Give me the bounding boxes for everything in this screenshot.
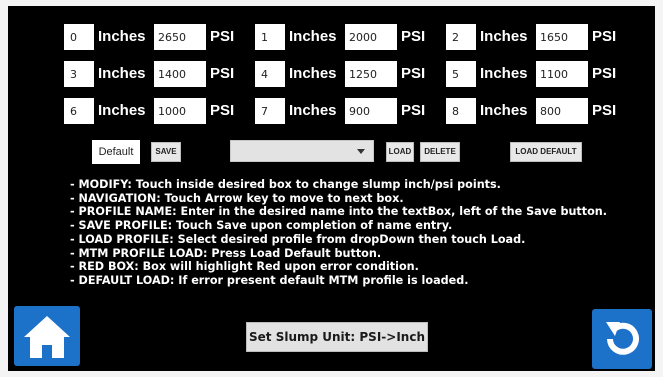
- psi-field-6[interactable]: 1000: [154, 98, 206, 124]
- psi-label: PSI: [210, 65, 235, 82]
- inches-label: Inches: [289, 28, 337, 45]
- delete-button[interactable]: DELETE: [420, 142, 460, 162]
- inch-field-1[interactable]: 1: [255, 24, 285, 50]
- load-button[interactable]: LOAD: [386, 142, 414, 162]
- inches-label: Inches: [98, 28, 146, 45]
- psi-field-3[interactable]: 1400: [154, 61, 206, 87]
- inches-label: Inches: [98, 65, 146, 82]
- psi-label: PSI: [401, 102, 426, 119]
- profile-dropdown[interactable]: [230, 140, 374, 162]
- inch-field-8[interactable]: 8: [446, 98, 476, 124]
- inch-field-5[interactable]: 5: [446, 61, 476, 87]
- psi-field-7[interactable]: 900: [345, 98, 397, 124]
- instructions-list: - MODIFY: Touch inside desired box to ch…: [70, 178, 607, 288]
- load-default-button[interactable]: LOAD DEFAULT: [510, 142, 582, 162]
- inches-label: Inches: [289, 65, 337, 82]
- slump-settings-screen: 0 Inches 2650 PSI 1 Inches 2000 PSI 2 In…: [8, 6, 655, 371]
- instruction-item: - RED BOX: Box will highlight Red upon e…: [70, 260, 419, 274]
- profile-name-field[interactable]: Default: [92, 140, 140, 164]
- inches-label: Inches: [480, 28, 528, 45]
- save-button[interactable]: SAVE: [151, 142, 181, 162]
- inches-label: Inches: [98, 102, 146, 119]
- home-icon: [24, 316, 70, 358]
- psi-label: PSI: [210, 28, 235, 45]
- inches-label: Inches: [480, 65, 528, 82]
- inch-field-7[interactable]: 7: [255, 98, 285, 124]
- instruction-item: - LOAD PROFILE: Select desired profile f…: [70, 232, 526, 246]
- instruction-item: - PROFILE NAME: Enter in the desired nam…: [70, 205, 608, 219]
- psi-label: PSI: [592, 28, 617, 45]
- psi-field-8[interactable]: 800: [536, 98, 588, 124]
- psi-label: PSI: [401, 28, 426, 45]
- instruction-item: - SAVE PROFILE: Touch Save upon completi…: [70, 219, 453, 233]
- inch-field-3[interactable]: 3: [64, 61, 94, 87]
- psi-field-4[interactable]: 1250: [345, 61, 397, 87]
- psi-field-5[interactable]: 1100: [536, 61, 588, 87]
- instruction-item: - NAVIGATION: Touch Arrow key to move to…: [70, 191, 404, 205]
- inches-label: Inches: [480, 102, 528, 119]
- dropdown-arrow-icon: [357, 149, 365, 154]
- instruction-item: - DEFAULT LOAD: If error present default…: [70, 273, 469, 287]
- set-slump-unit-button[interactable]: Set Slump Unit: PSI->Inch: [246, 322, 428, 352]
- inch-field-6[interactable]: 6: [64, 98, 94, 124]
- psi-label: PSI: [592, 102, 617, 119]
- back-arrow-icon: [606, 322, 639, 355]
- inch-field-4[interactable]: 4: [255, 61, 285, 87]
- psi-label: PSI: [401, 65, 426, 82]
- inch-field-2[interactable]: 2: [446, 24, 476, 50]
- psi-field-2[interactable]: 1650: [536, 24, 588, 50]
- inches-label: Inches: [289, 102, 337, 119]
- instruction-item: - MODIFY: Touch inside desired box to ch…: [70, 178, 501, 191]
- psi-label: PSI: [210, 102, 235, 119]
- psi-field-0[interactable]: 2650: [154, 24, 206, 50]
- psi-field-1[interactable]: 2000: [345, 24, 397, 50]
- psi-label: PSI: [592, 65, 617, 82]
- instruction-item: - MTM PROFILE LOAD: Press Load Default b…: [70, 246, 382, 260]
- inch-field-0[interactable]: 0: [64, 24, 94, 50]
- home-button[interactable]: [14, 306, 80, 366]
- back-button[interactable]: [592, 309, 652, 369]
